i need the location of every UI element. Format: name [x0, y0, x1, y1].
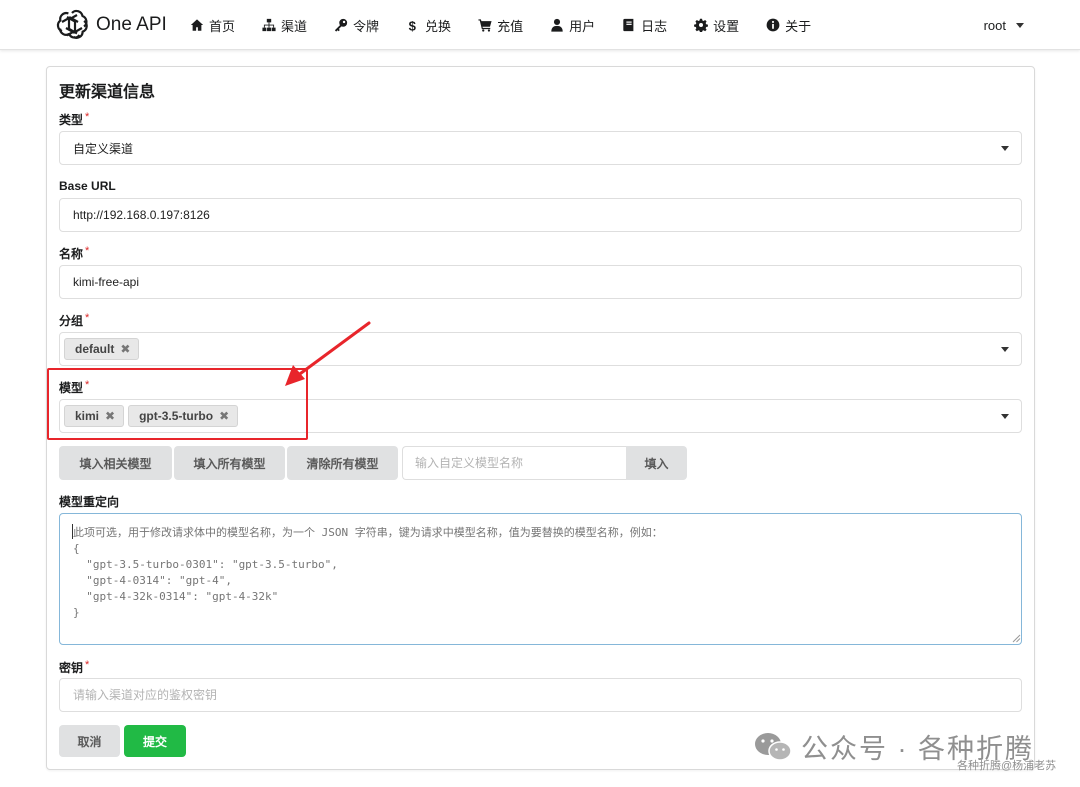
remove-chip-icon[interactable]: ✖	[120, 342, 130, 356]
nav-item-label: 首页	[209, 18, 236, 34]
custom-model-input[interactable]	[402, 446, 626, 480]
cart-icon	[478, 19, 492, 32]
chevron-down-icon	[1001, 146, 1009, 151]
group-chip: default ✖	[64, 338, 140, 360]
nav-item-label: 设置	[713, 18, 740, 34]
dollar-icon: $	[409, 18, 417, 32]
nav-item-about[interactable]: 关于	[766, 0, 811, 50]
group-chips: default ✖	[64, 338, 140, 360]
nav-item-label: 充值	[497, 18, 524, 34]
base-url-label: Base URL	[59, 179, 116, 193]
nav-item-label: 用户	[569, 18, 596, 34]
nav-item-label: 关于	[785, 18, 812, 34]
resize-grip-icon[interactable]	[1011, 633, 1021, 643]
logo[interactable]: One API	[56, 9, 167, 41]
nav-item-label: 兑换	[425, 18, 452, 34]
svg-text:$: $	[409, 18, 417, 32]
base-url-input[interactable]	[73, 199, 1021, 231]
nav-item-topup[interactable]: 充值	[478, 0, 523, 50]
chevron-down-icon	[1016, 22, 1024, 28]
remove-chip-icon[interactable]: ✖	[105, 409, 115, 423]
required-mark: *	[85, 379, 90, 391]
submit-button[interactable]: 提交	[124, 725, 186, 757]
user-icon	[551, 18, 563, 32]
name-input[interactable]	[73, 266, 1021, 298]
models-select[interactable]: kimi ✖ gpt-3.5-turbo ✖	[59, 399, 1022, 433]
nav-item-settings[interactable]: 设置	[694, 0, 739, 50]
fill-custom-model-button[interactable]: 填入	[626, 446, 687, 480]
model-chip: kimi ✖	[64, 405, 125, 427]
models-label: 模型 *	[59, 379, 90, 395]
nav-item-channels[interactable]: 渠道	[262, 0, 307, 50]
edit-channel-form: 更新渠道信息 类型* 自定义渠道 Base URL 名称* 分组* defaul…	[46, 66, 1035, 770]
model-chips: kimi ✖ gpt-3.5-turbo ✖	[64, 405, 239, 427]
fill-all-models-button[interactable]: 填入所有模型	[174, 446, 285, 480]
type-select[interactable]: 自定义渠道	[59, 131, 1022, 165]
group-label: 分组 *	[59, 312, 90, 328]
form-actions: 取消 提交	[59, 725, 186, 757]
nav-item-label: 渠道	[281, 18, 308, 34]
key-input[interactable]	[73, 679, 1021, 711]
required-mark: *	[85, 245, 90, 257]
chevron-down-icon	[1001, 347, 1009, 352]
type-select-value: 自定义渠道	[73, 141, 134, 156]
model-mapping-textarea[interactable]	[59, 513, 1022, 645]
chevron-down-icon	[1001, 414, 1009, 419]
nav-item-logs[interactable]: 日志	[622, 0, 667, 50]
nav-item-label: 日志	[641, 18, 668, 34]
key-icon	[334, 18, 348, 32]
text-cursor	[72, 524, 73, 539]
app-title: One API	[96, 14, 167, 35]
main-nav: 首页 渠道 令牌 $ 兑换 充值 用户 日志 设置 关于	[190, 0, 838, 50]
nav-item-users[interactable]: 用户	[550, 0, 595, 50]
key-field[interactable]	[59, 678, 1022, 712]
name-label: 名称 *	[59, 245, 90, 261]
cancel-button[interactable]: 取消	[59, 725, 120, 757]
nav-item-label: 令牌	[353, 18, 380, 34]
home-icon	[190, 19, 204, 31]
required-mark: *	[85, 659, 90, 671]
model-chip: gpt-3.5-turbo ✖	[128, 405, 239, 427]
nav-item-home[interactable]: 首页	[190, 0, 235, 50]
form-title: 更新渠道信息	[59, 84, 156, 101]
clear-all-models-button[interactable]: 清除所有模型	[287, 446, 398, 480]
sitemap-icon	[262, 18, 276, 32]
required-mark: *	[85, 312, 90, 324]
info-icon	[766, 18, 780, 32]
openai-logo-icon	[56, 9, 88, 39]
top-navbar: One API 首页 渠道 令牌 $ 兑换 充值 用户 日志 设置 关于 roo…	[0, 0, 1080, 50]
type-label: 类型 *	[59, 111, 90, 127]
key-label: 密钥 *	[59, 659, 90, 675]
gear-icon	[694, 18, 709, 32]
fill-related-models-button[interactable]: 填入相关模型	[59, 446, 172, 480]
user-menu[interactable]: root	[984, 0, 1024, 50]
model-button-row: 填入相关模型 填入所有模型 清除所有模型 填入	[59, 446, 687, 480]
required-mark: *	[85, 111, 90, 123]
nav-item-redeem[interactable]: $ 兑换	[406, 0, 451, 50]
book-icon	[623, 18, 634, 32]
remove-chip-icon[interactable]: ✖	[219, 409, 229, 423]
model-mapping-label: 模型重定向	[59, 495, 120, 509]
base-url-field[interactable]	[59, 198, 1022, 232]
username: root	[983, 17, 1006, 33]
nav-item-tokens[interactable]: 令牌	[334, 0, 379, 50]
name-field[interactable]	[59, 265, 1022, 299]
group-select[interactable]: default ✖	[59, 332, 1022, 366]
